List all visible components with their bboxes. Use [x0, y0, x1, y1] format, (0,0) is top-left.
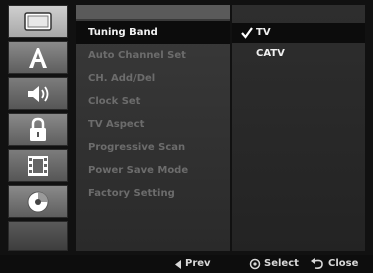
menu-item-ch-add-del[interactable]: CH. Add/Del: [76, 67, 230, 90]
footer-hint-bar: Prev Select Close: [0, 255, 373, 273]
category-icon-column: [8, 5, 68, 251]
menu-item-progressive-scan[interactable]: Progressive Scan: [76, 136, 230, 159]
tv-category-tab[interactable]: [8, 5, 68, 38]
menu-top-bar: [76, 5, 230, 19]
film-icon: [28, 155, 48, 176]
option-catv[interactable]: CATV: [232, 44, 365, 64]
settings-menu: Tuning Band Auto Channel Set CH. Add/Del…: [76, 5, 230, 251]
enter-button-icon: [249, 258, 261, 270]
lock-category-tab[interactable]: [8, 113, 68, 146]
lock-icon: [30, 117, 46, 141]
language-a-icon: [29, 47, 47, 68]
menu-item-tv-aspect[interactable]: TV Aspect: [76, 113, 230, 136]
option-label: CATV: [256, 48, 285, 59]
audio-speaker-icon: [28, 85, 49, 102]
return-icon: [311, 258, 323, 269]
disc-category-tab[interactable]: [8, 185, 68, 218]
audio-category-tab[interactable]: [8, 77, 68, 110]
menu-item-clock-set[interactable]: Clock Set: [76, 90, 230, 113]
prev-label: Prev: [185, 258, 211, 269]
prev-hint[interactable]: Prev: [175, 255, 211, 273]
disc-icon: [27, 191, 49, 212]
setup-menu-screen: Tuning Band Auto Channel Set CH. Add/Del…: [0, 0, 373, 273]
select-label: Select: [264, 258, 299, 269]
menu-item-power-save-mode[interactable]: Power Save Mode: [76, 159, 230, 182]
options-panel: TV CATV: [232, 5, 365, 251]
close-label: Close: [328, 258, 359, 269]
checkmark-icon: [241, 27, 253, 39]
tv-icon: [24, 11, 52, 31]
option-label: TV: [256, 27, 271, 38]
menu-item-factory-setting[interactable]: Factory Setting: [76, 182, 230, 205]
select-hint[interactable]: Select: [249, 255, 299, 273]
close-hint[interactable]: Close: [311, 255, 358, 273]
option-tv[interactable]: TV: [232, 23, 365, 43]
menu-item-tuning-band[interactable]: Tuning Band: [76, 21, 230, 44]
video-category-tab[interactable]: [8, 149, 68, 182]
language-category-tab[interactable]: [8, 41, 68, 74]
empty-tab-slot: [8, 221, 68, 251]
menu-item-auto-channel-set[interactable]: Auto Channel Set: [76, 44, 230, 67]
left-arrow-icon: [175, 259, 181, 269]
